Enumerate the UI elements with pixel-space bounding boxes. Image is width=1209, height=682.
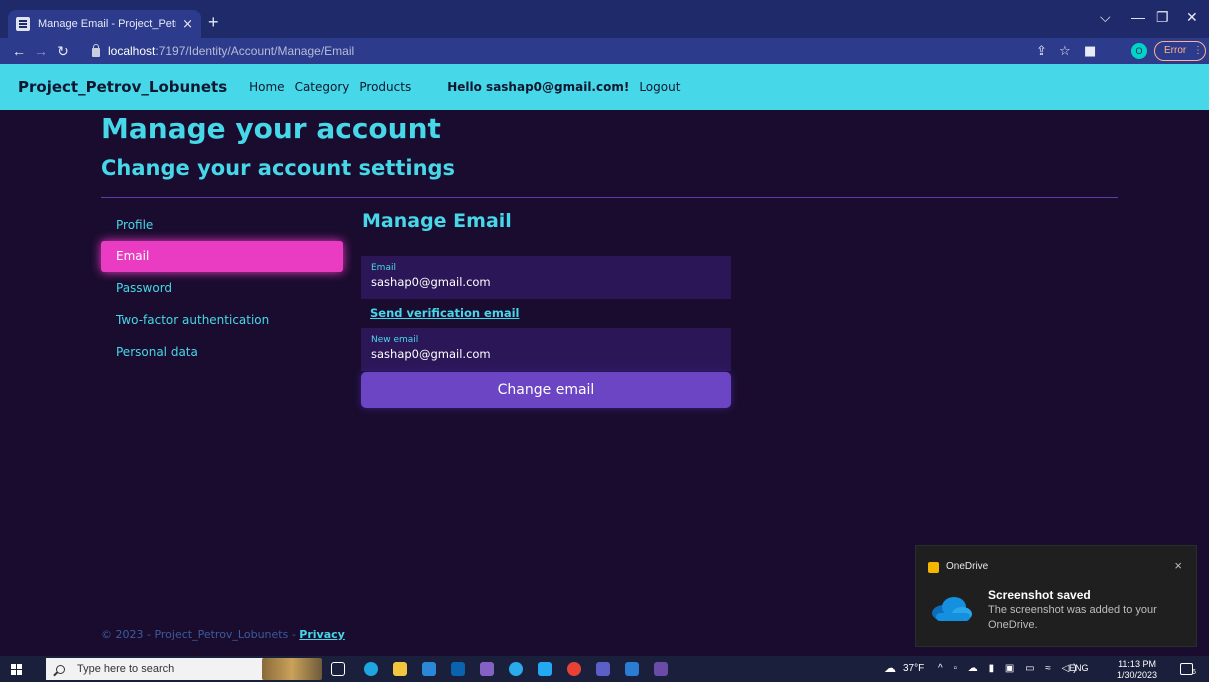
send-verification-link[interactable]: Send verification email: [370, 306, 519, 320]
clock-time: 11:13 PM: [1118, 659, 1156, 669]
onedrive-icon: [928, 562, 939, 573]
error-button[interactable]: Error ⋮: [1154, 41, 1206, 61]
privacy-link[interactable]: Privacy: [299, 628, 345, 641]
sidebar-item-password[interactable]: Password: [101, 273, 343, 304]
tab-close-icon[interactable]: ×: [182, 17, 193, 32]
new-email-value: sashap0@gmail.com: [371, 347, 491, 361]
temperature[interactable]: 37°F: [903, 663, 924, 674]
weather-icon[interactable]: ☁: [884, 661, 896, 675]
restore-icon[interactable]: ❐: [1156, 9, 1169, 26]
taskbar-search-box[interactable]: Type here to search: [46, 658, 286, 680]
telegram-icon[interactable]: [509, 662, 523, 676]
browser-menu-icon: ⋮: [1193, 45, 1204, 56]
vscode-icon[interactable]: [538, 662, 552, 676]
share-icon[interactable]: ⇪: [1036, 44, 1047, 59]
language-indicator[interactable]: ENG: [1069, 663, 1089, 673]
store-icon[interactable]: [422, 662, 436, 676]
nav-greeting[interactable]: Hello sashap0@gmail.com!: [447, 80, 629, 94]
minimize-icon[interactable]: —: [1131, 9, 1145, 25]
lock-icon[interactable]: [92, 43, 100, 57]
heading-divider: [101, 197, 1118, 198]
browser-tab-strip: Manage Email - Project_Petrov_L × + ⌵ — …: [0, 0, 1209, 38]
reload-icon[interactable]: ↻: [52, 43, 74, 60]
email-value: sashap0@gmail.com: [371, 275, 491, 289]
clock-date: 1/30/2023: [1117, 670, 1158, 680]
toast-app-name: OneDrive: [946, 561, 989, 572]
tab-search-icon[interactable]: ⌵: [1100, 9, 1111, 26]
news-widget-icon[interactable]: [262, 658, 322, 680]
chrome-icon[interactable]: [567, 662, 581, 676]
section-title: Manage Email: [362, 210, 512, 232]
nav-logout[interactable]: Logout: [639, 80, 680, 94]
taskbar-search-placeholder: Type here to search: [77, 663, 175, 675]
window-close-icon[interactable]: ✕: [1186, 9, 1198, 26]
new-email-field[interactable]: New email sashap0@gmail.com: [361, 328, 731, 371]
edge-icon[interactable]: [364, 662, 378, 676]
error-label: Error: [1164, 45, 1187, 56]
sidebar-item-personal-data[interactable]: Personal data: [101, 337, 343, 368]
toast-close-icon[interactable]: ×: [1174, 558, 1182, 573]
nav-products[interactable]: Products: [359, 80, 411, 94]
file-explorer-icon[interactable]: [393, 662, 407, 676]
terminal-icon[interactable]: [654, 662, 668, 676]
address-bar[interactable]: localhost:7197/Identity/Account/Manage/E…: [92, 41, 1032, 61]
toast-title: Screenshot saved: [988, 588, 1091, 602]
task-view-icon[interactable]: [331, 662, 345, 676]
system-tray-icons[interactable]: ^ ▫ ☁ ▮ ▣ ▭ ≈ ◁): [938, 663, 1081, 674]
email-label: Email: [371, 263, 396, 273]
word-icon[interactable]: [625, 662, 639, 676]
toast-body: The screenshot was added to your OneDriv…: [988, 604, 1157, 631]
url-host: localhost: [108, 44, 156, 58]
site-navbar: Project_Petrov_Lobunets Home Category Pr…: [0, 64, 1209, 110]
search-icon: [56, 664, 65, 674]
new-tab-button[interactable]: +: [208, 13, 219, 31]
browser-toolbar: ← → ↻ localhost:7197/Identity/Account/Ma…: [0, 38, 1209, 64]
url-path: :7197/Identity/Account/Manage/Email: [155, 44, 355, 58]
tab-favicon-icon: [16, 17, 30, 31]
nav-home[interactable]: Home: [249, 80, 284, 94]
change-email-button[interactable]: Change email: [361, 372, 731, 408]
windows-taskbar: Type here to search ☁ 37°F ^ ▫ ☁ ▮ ▣ ▭ ≈…: [0, 656, 1209, 682]
sidebar-item-email[interactable]: Email: [101, 241, 343, 272]
teams-icon[interactable]: [596, 662, 610, 676]
back-arrow-icon[interactable]: ←: [8, 43, 30, 59]
taskbar-clock[interactable]: 11:13 PM 1/30/2023: [1117, 659, 1157, 681]
profile-avatar[interactable]: O: [1131, 43, 1147, 59]
sidebar-icon[interactable]: ■: [1084, 44, 1096, 59]
star-icon[interactable]: ☆: [1059, 44, 1071, 59]
cloud-icon: [932, 597, 972, 621]
page-title: Manage your account: [101, 112, 441, 145]
site-brand[interactable]: Project_Petrov_Lobunets: [18, 78, 227, 96]
page-subtitle: Change your account settings: [101, 156, 456, 180]
visual-studio-icon[interactable]: [480, 662, 494, 676]
tab-title: Manage Email - Project_Petrov_L: [38, 18, 176, 30]
notification-count: 6: [1192, 669, 1196, 676]
footer-text: © 2023 - Project_Petrov_Lobunets -: [101, 628, 300, 641]
sidebar-item-two-factor[interactable]: Two-factor authentication: [101, 305, 343, 336]
windows-start-icon[interactable]: [11, 664, 22, 675]
onedrive-toast[interactable]: OneDrive × Screenshot saved The screensh…: [915, 545, 1197, 647]
new-email-label: New email: [371, 335, 419, 345]
browser-tab[interactable]: Manage Email - Project_Petrov_L ×: [8, 10, 201, 38]
sidebar-item-profile[interactable]: Profile: [101, 210, 343, 241]
email-field[interactable]: Email sashap0@gmail.com: [361, 256, 731, 299]
page-footer: © 2023 - Project_Petrov_Lobunets - Priva…: [101, 628, 345, 641]
nav-category[interactable]: Category: [295, 80, 350, 94]
forward-arrow-icon[interactable]: →: [30, 43, 52, 59]
mail-icon[interactable]: [451, 662, 465, 676]
